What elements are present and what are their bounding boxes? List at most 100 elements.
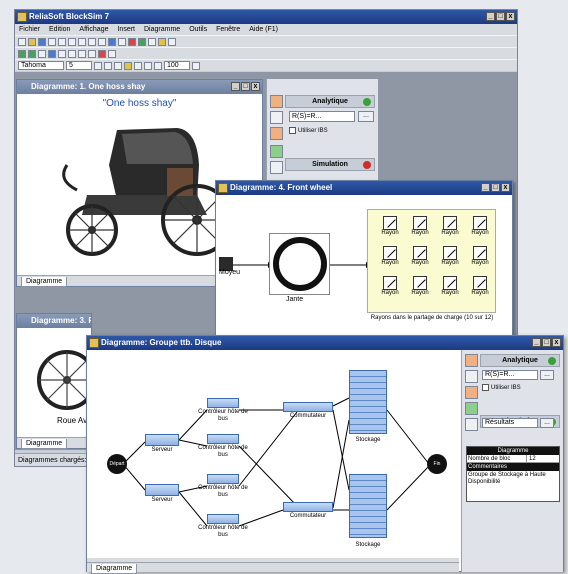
tab-diagramme[interactable]: Diagramme (91, 564, 138, 574)
menu-fenetre[interactable]: Fenêtre (216, 24, 240, 35)
italic-icon[interactable] (104, 61, 112, 70)
open-icon[interactable] (28, 37, 36, 46)
simulate-icon[interactable] (138, 37, 146, 46)
results-field[interactable]: Résultats (482, 418, 538, 428)
simulate-icon[interactable] (270, 145, 283, 158)
menu-insert[interactable]: Insert (117, 24, 135, 35)
align-left-icon[interactable] (134, 61, 142, 70)
delete-icon[interactable] (98, 49, 106, 58)
copy-icon[interactable] (68, 37, 76, 46)
menu-edition[interactable]: Edition (49, 24, 70, 35)
jante-block[interactable] (269, 233, 330, 295)
properties-icon[interactable] (108, 49, 116, 58)
font-select[interactable]: Tahoma (18, 61, 64, 70)
rayon-block[interactable]: Rayon (405, 246, 435, 272)
align-right-icon[interactable] (154, 61, 162, 70)
subdiagram-icon[interactable] (48, 49, 56, 58)
underline-icon[interactable] (114, 61, 122, 70)
rayon-block[interactable]: Rayon (405, 216, 435, 242)
menu-aide[interactable]: Aide (F1) (249, 24, 278, 35)
rayon-block[interactable]: Rayon (465, 216, 495, 242)
rayon-block[interactable]: Rayon (375, 276, 405, 302)
serveur-block[interactable] (145, 484, 179, 496)
block-icon[interactable] (108, 37, 116, 46)
close-icon[interactable]: x (506, 12, 515, 21)
formula-field[interactable]: R(S)=R... (289, 111, 355, 122)
fin-node[interactable]: Fin (427, 454, 447, 474)
minimize-icon[interactable]: _ (532, 338, 541, 347)
close-icon[interactable]: x (501, 183, 510, 192)
rayon-block[interactable]: Rayon (435, 246, 465, 272)
save-icon[interactable] (38, 37, 46, 46)
menu-fichier[interactable]: Fichier (19, 24, 40, 35)
stockage-block[interactable] (349, 370, 387, 434)
maximize-icon[interactable]: □ (542, 338, 551, 347)
edit-icon[interactable] (465, 370, 478, 383)
zoom-in-icon[interactable] (68, 49, 76, 58)
depart-node[interactable]: Départ (107, 454, 127, 474)
rayon-block[interactable]: Rayon (405, 276, 435, 302)
formula-field[interactable]: R(S)=R... (482, 370, 538, 380)
rayon-block[interactable]: Rayon (375, 246, 405, 272)
comments-text[interactable]: Groupe de Stockage à Haute Disponibilité (467, 471, 559, 501)
use-ibs-checkbox[interactable] (482, 384, 489, 391)
menu-outils[interactable]: Outils (189, 24, 207, 35)
controleur-block[interactable] (207, 398, 239, 408)
analyze-icon[interactable] (128, 37, 136, 46)
settings-icon[interactable] (465, 418, 478, 431)
plot-icon[interactable] (270, 127, 283, 140)
rayon-block[interactable]: Rayon (465, 276, 495, 302)
plot-icon[interactable] (465, 386, 478, 399)
rayon-block[interactable]: Rayon (465, 246, 495, 272)
controleur-block[interactable] (207, 474, 239, 484)
edit-icon[interactable] (270, 111, 283, 124)
add-block-icon[interactable] (18, 49, 26, 58)
simulate-icon[interactable] (465, 402, 478, 415)
maximize-icon[interactable]: □ (496, 12, 505, 21)
block-count-value[interactable]: 12 (527, 455, 536, 462)
align-icon[interactable] (58, 49, 66, 58)
commutateur-block[interactable] (283, 502, 333, 512)
close-icon[interactable]: x (251, 82, 260, 91)
maximize-icon[interactable]: □ (491, 183, 500, 192)
settings-icon[interactable] (270, 161, 283, 174)
bold-icon[interactable] (94, 61, 102, 70)
undo-icon[interactable] (88, 37, 96, 46)
font-size-select[interactable]: 5 (66, 61, 92, 70)
redo-icon[interactable] (98, 37, 106, 46)
minimize-icon[interactable]: _ (231, 82, 240, 91)
analytic-icon[interactable] (270, 95, 283, 108)
cut-icon[interactable] (58, 37, 66, 46)
minimize-icon[interactable]: _ (486, 12, 495, 21)
close-icon[interactable]: x (552, 338, 561, 347)
zoom-fit-icon[interactable] (192, 61, 200, 70)
align-center-icon[interactable] (144, 61, 152, 70)
menu-affichage[interactable]: Affichage (79, 24, 108, 35)
controleur-block[interactable] (207, 434, 239, 444)
text-icon[interactable] (88, 49, 96, 58)
fill-color-icon[interactable] (124, 61, 132, 70)
connect-icon[interactable] (38, 49, 46, 58)
stockage-block[interactable] (349, 474, 387, 538)
paste-icon[interactable] (78, 37, 86, 46)
rayon-block[interactable]: Rayon (435, 276, 465, 302)
rayon-block[interactable]: Rayon (375, 216, 405, 242)
tab-diagramme[interactable]: Diagramme (21, 439, 68, 449)
commutateur-block[interactable] (283, 402, 333, 412)
rayon-block[interactable]: Rayon (435, 216, 465, 242)
report-icon[interactable] (158, 37, 166, 46)
node-icon[interactable] (118, 37, 126, 46)
minimize-icon[interactable]: _ (481, 183, 490, 192)
add-node-icon[interactable] (28, 49, 36, 58)
print-icon[interactable] (48, 37, 56, 46)
zoom-select[interactable]: 100 (164, 61, 190, 70)
controleur-block[interactable] (207, 514, 239, 524)
help-icon[interactable] (168, 37, 176, 46)
maximize-icon[interactable]: □ (241, 82, 250, 91)
plot-icon[interactable] (148, 37, 156, 46)
new-icon[interactable] (18, 37, 26, 46)
menu-diagramme[interactable]: Diagramme (144, 24, 180, 35)
formula-more-button[interactable]: ... (540, 370, 554, 380)
zoom-out-icon[interactable] (78, 49, 86, 58)
results-more-button[interactable]: ... (540, 418, 554, 428)
